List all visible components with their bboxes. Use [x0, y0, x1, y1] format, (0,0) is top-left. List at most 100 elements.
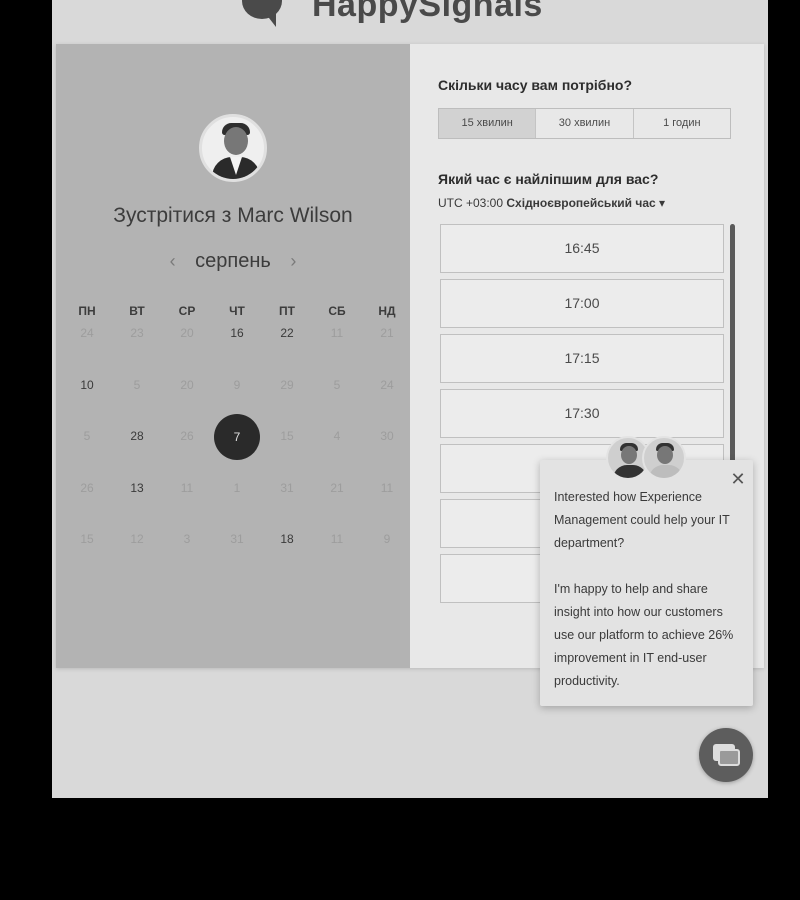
calendar-day[interactable]: 10: [62, 374, 112, 426]
calendar-day-number: 30: [380, 429, 394, 443]
calendar-day-number: 5: [333, 377, 341, 392]
logo-text: HappySignals: [312, 0, 543, 24]
calendar-day: 11: [162, 477, 212, 529]
duration-selector: 15 хвилин 30 хвилин 1 годин: [438, 108, 731, 139]
calendar-day-number: 10: [80, 377, 94, 392]
calendar-grid: ПН ВТ СР ЧТ ПТ СБ НД 24 23 20 16 22 11 21 10 5 20…: [62, 304, 412, 580]
calendar-day: 29: [262, 374, 312, 426]
calendar-day-number: 31: [280, 480, 294, 495]
calendar-day: 31: [262, 477, 312, 529]
calendar-day: 5: [312, 374, 362, 426]
calendar-days: 24 23 20 16 22 11 21 10 5 20 9 29 5 24 5 28 26 7 15 4 30 26 13…: [62, 322, 412, 580]
time-question: Який час є найліпшим для вас?: [438, 171, 659, 187]
calendar-day-number: 20: [180, 326, 194, 340]
calendar-day-number: 5: [83, 429, 91, 443]
timezone-offset: UTC +03:00: [438, 196, 504, 210]
time-slot[interactable]: 17:30: [440, 389, 724, 438]
calendar-day-number: 29: [280, 377, 294, 392]
weekday-tue: ВТ: [129, 304, 145, 318]
calendar-day-selected[interactable]: 7: [212, 414, 262, 477]
time-slot[interactable]: 17:15: [440, 334, 724, 383]
calendar-day: 1: [212, 477, 262, 529]
meeting-title: Зустрітися з Marc Wilson: [113, 204, 353, 227]
calendar-day-number: 9: [383, 532, 391, 546]
weekday-wed: СР: [178, 304, 196, 318]
calendar-day-number: 23: [130, 326, 144, 340]
calendar-day: 30: [362, 425, 412, 477]
calendar-day-number: 9: [233, 377, 241, 392]
calendar-day-number: 24: [80, 326, 94, 340]
chevron-down-icon: ▾: [659, 196, 666, 210]
happysignals-logo[interactable]: HappySignals: [240, 0, 543, 30]
chat-popup-message: Interested how Experience Management cou…: [554, 490, 734, 688]
calendar-day: 26: [62, 477, 112, 529]
chat-popup: ✕ Interested how Experience Management c…: [540, 460, 753, 706]
calendar-day: 15: [262, 425, 312, 477]
calendar-day-number: 1: [233, 480, 241, 495]
calendar-day: 15: [62, 528, 112, 580]
weekday-mon: ПН: [78, 304, 96, 318]
calendar-day-number: 11: [380, 480, 394, 495]
weekday-sat: СБ: [328, 304, 346, 318]
calendar-day: 11: [362, 477, 412, 529]
calendar-day-number: 12: [130, 532, 144, 546]
calendar-day-number: 22: [280, 326, 294, 340]
calendar-day-number: 28: [130, 429, 144, 443]
calendar-day: 24: [62, 322, 112, 374]
duration-60-button[interactable]: 1 годин: [632, 109, 730, 138]
host-avatar: [199, 114, 267, 182]
calendar-week: 26 13 11 1 31 21 11: [62, 477, 412, 529]
prev-month-icon[interactable]: ‹: [156, 251, 190, 271]
calendar-day: 11: [312, 322, 362, 374]
calendar-day-number: 21: [330, 480, 344, 495]
next-month-icon[interactable]: ›: [276, 251, 310, 271]
slot-scrollbar[interactable]: [730, 224, 735, 464]
calendar-day-number: 13: [130, 480, 144, 495]
weekday-sun: НД: [378, 304, 396, 318]
calendar-day: 12: [112, 528, 162, 580]
calendar-day[interactable]: 18: [262, 528, 312, 580]
calendar-day-number: 21: [380, 326, 394, 340]
logo-bubble-icon: [240, 0, 298, 31]
calendar-day: 21: [362, 322, 412, 374]
weekday-fri: ПТ: [279, 304, 295, 318]
weekday-thu: ЧТ: [229, 304, 245, 318]
calendar-day: 9: [362, 528, 412, 580]
timezone-name: Східноєвропейський час: [506, 196, 656, 210]
calendar-day-number: 11: [330, 326, 344, 340]
calendar-day: 21: [312, 477, 362, 529]
calendar-day-number: 11: [180, 480, 194, 495]
calendar-panel: Зустрітися з Marc Wilson ‹ серпень › ПН …: [56, 44, 410, 668]
calendar-day-number: 15: [80, 532, 94, 546]
calendar-day: 20: [162, 322, 212, 374]
calendar-day-number: 16: [230, 326, 244, 340]
calendar-day[interactable]: 13: [112, 477, 162, 529]
calendar-day[interactable]: 22: [262, 322, 312, 374]
calendar-day-number: 5: [133, 377, 141, 392]
timezone-dropdown[interactable]: UTC +03:00 Східноєвропейський час ▾: [438, 196, 665, 210]
calendar-day-number: 20: [180, 377, 194, 392]
calendar-day: 11: [312, 528, 362, 580]
time-slot[interactable]: 16:45: [440, 224, 724, 273]
calendar-day-number: 3: [183, 532, 191, 546]
duration-question: Скільки часу вам потрібно?: [438, 77, 633, 93]
agent-avatar: [642, 436, 686, 480]
calendar-day-number: 26: [80, 480, 94, 495]
calendar-day: 5: [62, 425, 112, 477]
calendar-day-number: 18: [280, 532, 294, 546]
calendar-week: 15 12 3 31 18 11 9: [62, 528, 412, 580]
calendar-day: 4: [312, 425, 362, 477]
calendar-day[interactable]: 16: [212, 322, 262, 374]
calendar-day-number: 7: [214, 414, 260, 460]
calendar-day: 24: [362, 374, 412, 426]
calendar-day-number: 15: [280, 429, 294, 443]
calendar-day[interactable]: 28: [112, 425, 162, 477]
duration-30-button[interactable]: 30 хвилин: [535, 109, 633, 138]
calendar-day: 3: [162, 528, 212, 580]
calendar-day: 23: [112, 322, 162, 374]
calendar-day: 26: [162, 425, 212, 477]
chat-launcher-button[interactable]: [699, 728, 753, 782]
time-slot[interactable]: 17:00: [440, 279, 724, 328]
calendar-day-number: 26: [180, 429, 194, 443]
duration-15-button[interactable]: 15 хвилин: [439, 109, 536, 138]
